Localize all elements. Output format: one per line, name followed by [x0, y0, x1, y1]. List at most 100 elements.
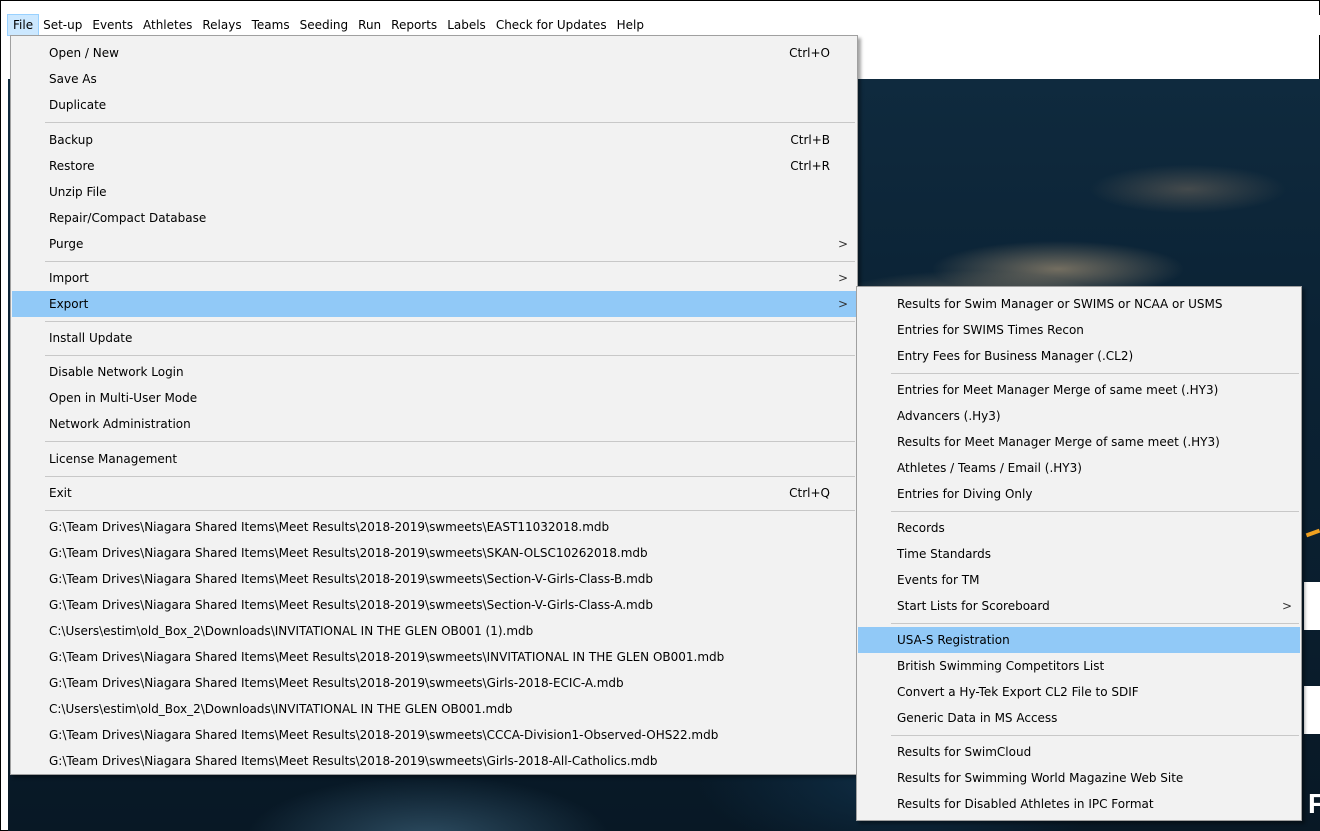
recent-file-path: G:\Team Drives\Niagara Shared Items\Meet…: [49, 546, 648, 560]
menu-item-label: Generic Data in MS Access: [897, 711, 1058, 725]
export-item-british-swimming[interactable]: British Swimming Competitors List: [858, 653, 1300, 679]
menu-item-backup[interactable]: Backup Ctrl+B: [12, 127, 856, 153]
menu-help[interactable]: Help: [612, 15, 649, 35]
chevron-right-icon: >: [837, 297, 848, 311]
export-item-swims-times-recon[interactable]: Entries for SWIMS Times Recon: [858, 317, 1300, 343]
menu-item-label: Unzip File: [49, 185, 107, 199]
recent-file-path: C:\Users\estim\old_Box_2\Downloads\INVIT…: [49, 624, 534, 638]
export-item-entry-fees[interactable]: Entry Fees for Business Manager (.CL2): [858, 343, 1300, 369]
menu-item-label: Restore: [49, 159, 95, 173]
menu-relays[interactable]: Relays: [197, 15, 246, 35]
recent-file-item[interactable]: G:\Team Drives\Niagara Shared Items\Meet…: [12, 748, 856, 774]
menu-item-label: Results for SwimCloud: [897, 745, 1032, 759]
menu-item-repair-compact[interactable]: Repair/Compact Database: [12, 205, 856, 231]
recent-file-item[interactable]: G:\Team Drives\Niagara Shared Items\Meet…: [12, 592, 856, 618]
recent-file-path: G:\Team Drives\Niagara Shared Items\Meet…: [49, 520, 610, 534]
menu-item-label: Install Update: [49, 331, 133, 345]
export-item-start-lists[interactable]: Start Lists for Scoreboard >: [858, 593, 1300, 619]
recent-file-path: G:\Team Drives\Niagara Shared Items\Meet…: [49, 598, 653, 612]
export-item-generic-ms-access[interactable]: Generic Data in MS Access: [858, 705, 1300, 731]
menu-item-label: Results for Swimming World Magazine Web …: [897, 771, 1184, 785]
menu-file[interactable]: File: [6, 14, 40, 36]
recent-file-item[interactable]: G:\Team Drives\Niagara Shared Items\Meet…: [12, 722, 856, 748]
recent-file-path: G:\Team Drives\Niagara Shared Items\Meet…: [49, 676, 624, 690]
menu-item-label: Open / New: [49, 46, 119, 60]
export-item-records[interactable]: Records: [858, 515, 1300, 541]
menu-item-label: British Swimming Competitors List: [897, 659, 1105, 673]
menu-item-label: Time Standards: [897, 547, 992, 561]
export-item-entries-merge[interactable]: Entries for Meet Manager Merge of same m…: [858, 377, 1300, 403]
menu-separator: [891, 511, 1299, 512]
recent-file-item[interactable]: C:\Users\estim\old_Box_2\Downloads\INVIT…: [12, 696, 856, 722]
menu-item-label: Convert a Hy-Tek Export CL2 File to SDIF: [897, 685, 1139, 699]
recent-file-item[interactable]: G:\Team Drives\Niagara Shared Items\Meet…: [12, 566, 856, 592]
menu-athletes[interactable]: Athletes: [138, 15, 197, 35]
recent-file-path: C:\Users\estim\old_Box_2\Downloads\INVIT…: [49, 702, 513, 716]
recent-file-item[interactable]: G:\Team Drives\Niagara Shared Items\Meet…: [12, 514, 856, 540]
recent-file-path: G:\Team Drives\Niagara Shared Items\Meet…: [49, 754, 658, 768]
menu-item-label: Save As: [49, 72, 97, 86]
export-item-ipc-format[interactable]: Results for Disabled Athletes in IPC For…: [858, 791, 1300, 817]
export-item-diving-only[interactable]: Entries for Diving Only: [858, 481, 1300, 507]
export-item-usa-s-registration[interactable]: USA-S Registration: [858, 627, 1300, 653]
export-item-convert-cl2-sdif[interactable]: Convert a Hy-Tek Export CL2 File to SDIF: [858, 679, 1300, 705]
menu-item-label: Start Lists for Scoreboard: [897, 599, 1050, 613]
export-item-swim-manager-results[interactable]: Results for Swim Manager or SWIMS or NCA…: [858, 291, 1300, 317]
export-item-advancers[interactable]: Advancers (.Hy3): [858, 403, 1300, 429]
menu-item-label: Disable Network Login: [49, 365, 184, 379]
menu-item-shortcut: Ctrl+Q: [789, 486, 830, 500]
menu-item-multi-user-mode[interactable]: Open in Multi-User Mode: [12, 385, 856, 411]
export-item-swimming-world[interactable]: Results for Swimming World Magazine Web …: [858, 765, 1300, 791]
menu-item-restore[interactable]: Restore Ctrl+R: [12, 153, 856, 179]
export-item-time-standards[interactable]: Time Standards: [858, 541, 1300, 567]
recent-file-item[interactable]: G:\Team Drives\Niagara Shared Items\Meet…: [12, 644, 856, 670]
menu-item-label: Athletes / Teams / Email (.HY3): [897, 461, 1082, 475]
menu-seeding[interactable]: Seeding: [295, 15, 354, 35]
recent-file-path: G:\Team Drives\Niagara Shared Items\Meet…: [49, 728, 719, 742]
menu-item-label: Entries for SWIMS Times Recon: [897, 323, 1084, 337]
background-letter: F: [1308, 788, 1320, 819]
menu-item-shortcut: Ctrl+B: [790, 133, 830, 147]
export-item-events-for-tm[interactable]: Events for TM: [858, 567, 1300, 593]
menu-labels[interactable]: Labels: [442, 15, 491, 35]
menu-item-label: Open in Multi-User Mode: [49, 391, 198, 405]
menu-item-label: Backup: [49, 133, 93, 147]
recent-file-item[interactable]: G:\Team Drives\Niagara Shared Items\Meet…: [12, 670, 856, 696]
menu-check-for-updates[interactable]: Check for Updates: [491, 15, 612, 35]
menu-item-install-update[interactable]: Install Update: [12, 325, 856, 351]
export-item-swimcloud[interactable]: Results for SwimCloud: [858, 739, 1300, 765]
menu-item-open-new[interactable]: Open / New Ctrl+O: [12, 40, 856, 66]
menu-item-import[interactable]: Import >: [12, 265, 856, 291]
menu-item-duplicate[interactable]: Duplicate: [12, 92, 856, 118]
menu-separator: [891, 735, 1299, 736]
menu-reports[interactable]: Reports: [386, 15, 442, 35]
file-menu: Open / New Ctrl+O Save As Duplicate Back…: [10, 35, 858, 775]
menu-item-save-as[interactable]: Save As: [12, 66, 856, 92]
menu-item-license-management[interactable]: License Management: [12, 446, 856, 472]
menu-item-export[interactable]: Export >: [12, 291, 856, 317]
chevron-right-icon: >: [837, 271, 848, 285]
menu-item-purge[interactable]: Purge >: [12, 231, 856, 257]
export-item-athletes-teams-email[interactable]: Athletes / Teams / Email (.HY3): [858, 455, 1300, 481]
menu-separator: [45, 476, 855, 477]
menu-separator: [45, 122, 855, 123]
recent-file-item[interactable]: G:\Team Drives\Niagara Shared Items\Meet…: [12, 540, 856, 566]
menu-events[interactable]: Events: [87, 15, 138, 35]
menu-item-exit[interactable]: Exit Ctrl+Q: [12, 480, 856, 506]
menu-separator: [45, 355, 855, 356]
menu-separator: [45, 261, 855, 262]
menu-set-up[interactable]: Set-up: [38, 15, 87, 35]
recent-file-path: G:\Team Drives\Niagara Shared Items\Meet…: [49, 650, 725, 664]
menu-separator: [891, 373, 1299, 374]
menu-item-network-administration[interactable]: Network Administration: [12, 411, 856, 437]
chevron-right-icon: >: [837, 237, 848, 251]
recent-file-path: G:\Team Drives\Niagara Shared Items\Meet…: [49, 572, 654, 586]
menu-item-label: Results for Meet Manager Merge of same m…: [897, 435, 1220, 449]
menu-item-unzip-file[interactable]: Unzip File: [12, 179, 856, 205]
export-item-results-merge[interactable]: Results for Meet Manager Merge of same m…: [858, 429, 1300, 455]
menu-run[interactable]: Run: [353, 15, 386, 35]
menu-separator: [891, 623, 1299, 624]
recent-file-item[interactable]: C:\Users\estim\old_Box_2\Downloads\INVIT…: [12, 618, 856, 644]
menu-item-disable-network-login[interactable]: Disable Network Login: [12, 359, 856, 385]
menu-teams[interactable]: Teams: [247, 15, 295, 35]
